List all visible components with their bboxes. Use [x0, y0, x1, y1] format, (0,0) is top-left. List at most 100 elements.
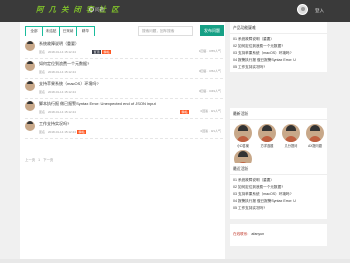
prev-page-link[interactable]: 上一页: [25, 158, 35, 162]
answer-count: 0回答: [200, 109, 209, 113]
sticky-badge: 置顶: [92, 49, 102, 55]
question-row[interactable]: 系统故障说明（重要） 置顶 精帖 匿名 2018-01-14 15:12:44 1回…: [25, 39, 223, 59]
active-user-name[interactable]: 几分提问: [281, 143, 301, 148]
avatar[interactable]: [258, 124, 276, 142]
view-count: 0/1人气: [210, 129, 221, 133]
question-row[interactable]: 支持苹果系统（macOS）环境吗? 匿名 2018-01-14 15:12:44 …: [25, 79, 223, 99]
sidebar-hot-item[interactable]: 03 支持苹果系统（macOS）环境吗?: [230, 50, 327, 57]
question-title[interactable]: 工作支持实况吗?: [39, 121, 69, 127]
view-count: 0/1人气: [210, 109, 221, 113]
sidebar-hot-item[interactable]: 02 如何定位到浪费一个元数据?: [230, 43, 327, 50]
sidebar-hot-item[interactable]: 05 工作支持实况吗?: [230, 64, 327, 71]
search-input[interactable]: 搜索问题，回车搜索: [138, 26, 193, 36]
question-meta: 匿名 2018-01-14 15:12:44: [39, 70, 76, 74]
tab-accepted[interactable]: 已采纳: [60, 27, 77, 36]
question-stats: 0回答 · 0/1人气: [200, 129, 221, 133]
question-meta: 匿名 2018-01-14 15:12:44: [39, 90, 76, 94]
question-meta: 匿名 2018-01-14 15:12:44: [39, 110, 76, 114]
view-count: 0/49人气: [209, 89, 221, 93]
featured-badge: 精帖: [180, 109, 190, 115]
question-stats: 1回答 · 0/55人气: [198, 49, 221, 53]
answer-count: 0回答: [200, 129, 209, 133]
author-name[interactable]: 匿名: [39, 90, 45, 94]
sidebar-recent-item[interactable]: 04 报警执行报 做已报警Syntax Error: U: [230, 198, 327, 205]
author-name[interactable]: 匿名: [39, 110, 45, 114]
contact-label: 在线联系:: [233, 232, 249, 236]
question-title[interactable]: 脚本执行报 做已报警Syntax Error: Unexpected end o…: [39, 101, 156, 107]
question-date: 2018-01-14 15:12:44: [48, 50, 76, 54]
question-stats: 0回答 · 0/1人气: [200, 109, 221, 113]
login-link[interactable]: 登入: [315, 8, 324, 14]
author-name[interactable]: 匿名: [39, 70, 45, 74]
avatar[interactable]: [25, 41, 35, 51]
sidebar-active-users-panel: 最新活跃 小D答案 方洋选题 几分提问 AX提问题 正方提问: [230, 108, 327, 174]
footer: [0, 259, 350, 263]
badge-group: 精帖: [77, 120, 87, 138]
avatar[interactable]: [25, 81, 35, 91]
avatar[interactable]: [234, 124, 252, 142]
featured-badge: 精帖: [102, 49, 112, 55]
sidebar-recent-item[interactable]: 02 如何定位到浪费一个元数据?: [230, 184, 327, 191]
question-title[interactable]: 支持苹果系统（macOS）环境吗?: [39, 81, 99, 87]
active-user-name[interactable]: 方洋选题: [257, 143, 277, 148]
answer-count: 0回答: [198, 69, 207, 73]
question-stats: 0回答 · 0/52人气: [198, 69, 221, 73]
active-user[interactable]: 小D答案: [233, 124, 253, 148]
sidebar-recent-panel: 最近活跃 01 系统故障说明（重要） 02 如何定位到浪费一个元数据? 03 支…: [230, 163, 327, 219]
badge-group: 置顶 精帖: [92, 40, 112, 58]
question-date: 2018-01-14 15:12:44: [48, 70, 76, 74]
help-label: 问题: [95, 7, 104, 12]
filter-tabs: 全部 未结贴 已采纳 精华: [25, 26, 95, 36]
help-icon: [89, 7, 94, 12]
question-title[interactable]: 系统故障说明（重要）: [39, 41, 79, 47]
question-date: 2018-01-14 15:12:44: [48, 110, 76, 114]
avatar[interactable]: [282, 124, 300, 142]
sidebar-hot-item[interactable]: 01 系统故障说明（重要）: [230, 36, 327, 43]
contact-panel: 在线联系: afanyun: [230, 224, 327, 246]
avatar[interactable]: [25, 101, 35, 111]
question-stats: 0回答 · 0/49人气: [198, 89, 221, 93]
sidebar-people-title: 最新活跃: [230, 108, 327, 120]
author-name[interactable]: 匿名: [39, 50, 45, 54]
top-navbar: 阿 几 关 闭 客 社 区 问题 登入: [0, 0, 350, 22]
avatar[interactable]: [25, 121, 35, 131]
tab-all[interactable]: 全部: [26, 27, 43, 36]
active-user-name[interactable]: AX提问题: [305, 143, 325, 148]
author-name[interactable]: 匿名: [39, 130, 45, 134]
avatar[interactable]: [25, 61, 35, 71]
sidebar-recent-item[interactable]: 03 支持苹果系统（macOS）环境吗?: [230, 191, 327, 198]
active-user[interactable]: 方洋选题: [257, 124, 277, 148]
question-date: 2018-01-14 15:12:44: [48, 130, 76, 134]
tab-featured[interactable]: 精华: [77, 27, 94, 36]
question-row[interactable]: 工作支持实况吗? 精帖 匿名 2018-01-14 15:12:44 0回答 · …: [25, 119, 223, 139]
question-title[interactable]: 如何定位到浪费一个元数据?: [39, 61, 89, 67]
next-page-link[interactable]: 下一页: [43, 158, 53, 162]
answer-count: 0回答: [198, 89, 207, 93]
question-row[interactable]: 脚本执行报 做已报警Syntax Error: Unexpected end o…: [25, 99, 223, 119]
contact-value[interactable]: afanyun: [251, 232, 264, 236]
active-user-name[interactable]: 小D答案: [233, 143, 253, 148]
view-count: 0/52人气: [209, 69, 221, 73]
sidebar-hot-panel: 产品功能疑难 01 系统故障说明（重要） 02 如何定位到浪费一个元数据? 03…: [230, 22, 327, 72]
help-link[interactable]: 问题: [89, 7, 104, 13]
sidebar-recent-item[interactable]: 01 系统故障说明（重要）: [230, 177, 327, 184]
avatar[interactable]: [306, 124, 324, 142]
featured-badge: 精帖: [77, 129, 87, 135]
question-meta: 匿名 2018-01-14 15:12:44: [39, 130, 76, 134]
sidebar-hot-title: 产品功能疑难: [230, 22, 327, 34]
question-row[interactable]: 如何定位到浪费一个元数据? 匿名 2018-01-14 15:12:44 0回答 …: [25, 59, 223, 79]
tab-unresolved[interactable]: 未结贴: [43, 27, 60, 36]
question-date: 2018-01-14 15:12:44: [48, 90, 76, 94]
post-question-button[interactable]: 发布问题: [200, 25, 224, 36]
active-user[interactable]: 几分提问: [281, 124, 301, 148]
sidebar-recent-title: 最近活跃: [230, 163, 327, 175]
user-avatar-icon[interactable]: [297, 4, 308, 15]
page-number[interactable]: 1: [38, 158, 40, 162]
active-user[interactable]: AX提问题: [305, 124, 325, 148]
question-meta: 匿名 2018-01-14 15:12:44: [39, 50, 76, 54]
site-logo[interactable]: 阿 几 关 闭 客 社 区: [36, 4, 120, 15]
view-count: 0/55人气: [209, 49, 221, 53]
sidebar-hot-item[interactable]: 04 报警执行报 做已报警Syntax Error: U: [230, 57, 327, 64]
sidebar-recent-item[interactable]: 05 工作支持实况吗?: [230, 205, 327, 212]
answer-count: 1回答: [198, 49, 207, 53]
